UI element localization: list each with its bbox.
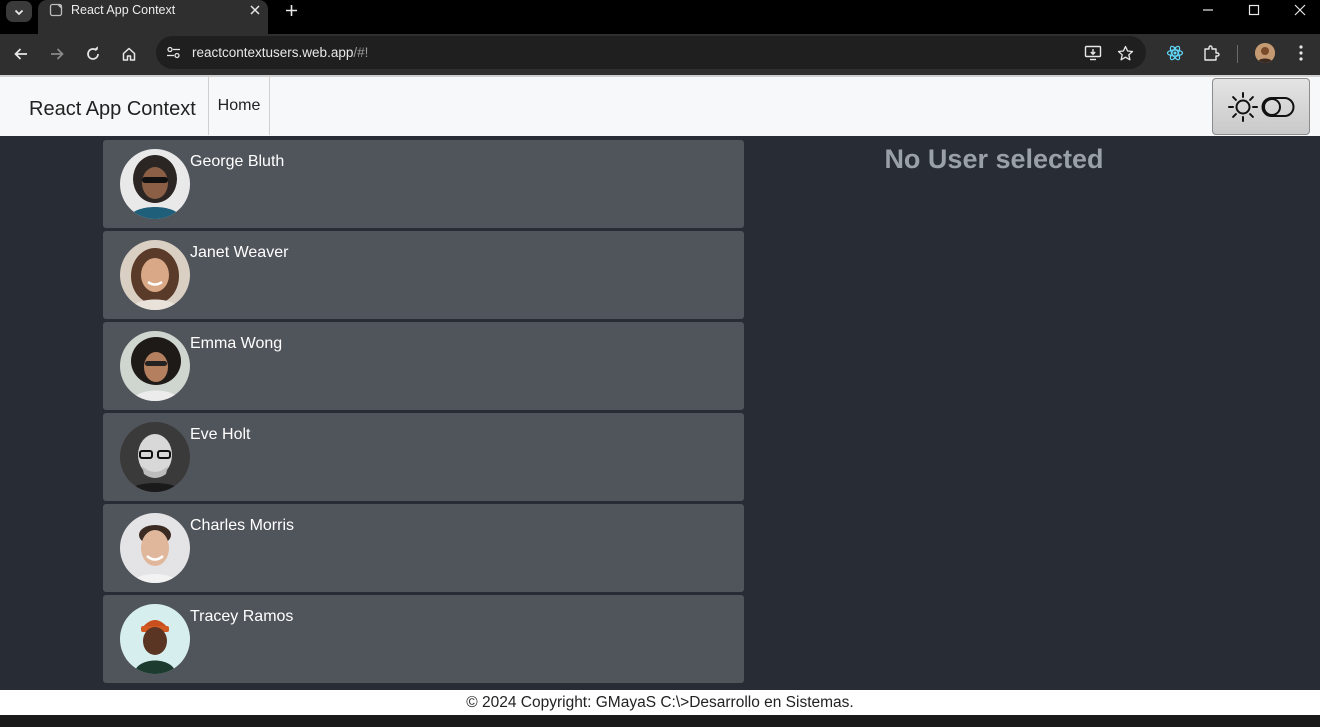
url-host: reactcontextusers.web.app [192,45,354,60]
page-footer: © 2024 Copyright: GMayaS C:\>Desarrollo … [0,690,1320,715]
arrow-left-icon [14,48,27,60]
minimize-icon [1203,9,1213,11]
user-list: George Bluth Janet Weaver Emma Wong Eve … [103,140,744,686]
toggle-icon [1261,96,1295,117]
user-card[interactable]: Eve Holt [103,413,744,501]
nav-link-home[interactable]: Home [208,77,270,135]
maximize-button[interactable] [1231,0,1277,20]
reload-button[interactable] [78,39,108,69]
browser-toolbar: reactcontextusers.web.app/#! [0,34,1320,75]
url-path: /#! [353,45,369,60]
user-name: Eve Holt [190,426,251,443]
user-avatar [120,604,190,674]
user-card[interactable]: George Bluth [103,140,744,228]
user-name: Tracey Ramos [190,608,294,625]
reload-icon [87,46,99,60]
person-avatar-icon [1255,43,1275,63]
tab-close-button[interactable] [246,1,264,19]
extensions-button[interactable] [1198,40,1224,66]
tab-title: React App Context [71,3,176,17]
user-photo-icon [120,604,190,674]
user-photo-icon [120,422,190,492]
forward-button[interactable] [42,39,72,69]
user-card[interactable]: Emma Wong [103,322,744,410]
back-button[interactable] [6,39,36,69]
site-info-button[interactable] [164,43,182,61]
star-icon [1117,45,1133,60]
home-button[interactable] [114,39,144,69]
toolbar-divider [1237,45,1238,63]
chevron-down-icon [14,9,24,15]
user-card[interactable]: Charles Morris [103,504,744,592]
more-vertical-icon [1299,45,1303,61]
browser-tabstrip: React App Context [0,0,1320,34]
browser-tab-active[interactable]: React App Context [38,0,268,34]
navbar-brand[interactable]: React App Context [29,96,196,122]
app-page: React App Context Home George Bluth Jane… [0,75,1320,727]
globe-favicon-icon [49,3,63,17]
browser-menu-button[interactable] [1288,40,1314,66]
user-avatar [120,331,190,401]
react-devtools-extension[interactable] [1162,40,1188,66]
user-name: Charles Morris [190,517,295,534]
empty-state-message: No User selected [884,144,1104,174]
user-photo-icon [120,513,190,583]
user-card[interactable]: Tracey Ramos [103,595,744,683]
user-name: Emma Wong [190,335,283,352]
puzzle-icon [1204,45,1220,61]
user-card[interactable]: Janet Weaver [103,231,744,319]
taskbar-strip [0,715,1320,727]
home-icon [122,47,136,61]
plus-icon [285,4,297,16]
user-avatar [120,149,190,219]
theme-toggle-button[interactable] [1212,78,1310,135]
close-icon [250,5,260,15]
minimize-button[interactable] [1185,0,1231,20]
sun-icon [1228,91,1258,122]
profile-avatar[interactable] [1255,43,1275,63]
user-photo-icon [120,240,190,310]
address-bar[interactable]: reactcontextusers.web.app/#! [156,36,1146,69]
url-text[interactable]: reactcontextusers.web.app/#! [192,44,368,61]
user-avatar [120,422,190,492]
new-tab-button[interactable] [281,0,301,20]
user-photo-icon [120,149,190,219]
user-name: George Bluth [190,153,285,170]
react-icon [1166,45,1184,61]
bookmark-button[interactable] [1114,42,1136,64]
tune-icon [166,46,180,58]
install-app-button[interactable] [1082,42,1104,64]
user-name: Janet Weaver [190,244,289,261]
maximize-icon [1248,4,1260,16]
close-window-button[interactable] [1277,0,1320,20]
close-icon [1294,4,1306,16]
tab-search-button[interactable] [6,1,32,22]
user-photo-icon [120,331,190,401]
user-avatar [120,240,190,310]
user-avatar [120,513,190,583]
install-icon [1084,45,1102,61]
app-navbar: React App Context Home [0,75,1320,136]
arrow-right-icon [51,48,64,60]
